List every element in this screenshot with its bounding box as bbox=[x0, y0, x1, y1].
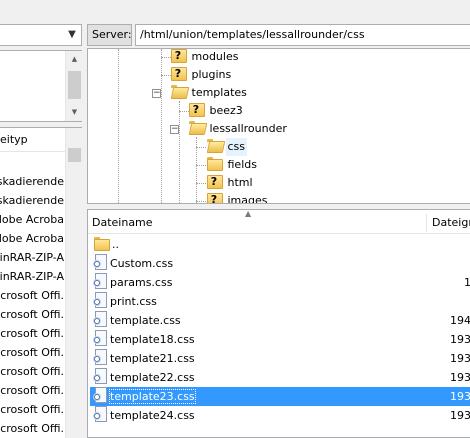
local-file-type[interactable]: WinRAR-ZIP-A bbox=[0, 267, 65, 286]
remote-pane: Server: /html/union/templates/lessallrou… bbox=[87, 0, 470, 438]
local-file-type[interactable]: Erweiterung für Kaskadierende bbox=[0, 191, 65, 210]
css-file-icon bbox=[93, 273, 107, 289]
local-file-type[interactable]: Adobe Acroba bbox=[0, 210, 65, 229]
file-row[interactable]: params.css 1 bbox=[90, 273, 470, 292]
tree-item-beez3[interactable]: ? beez3 bbox=[188, 102, 245, 120]
local-file-type[interactable]: Microsoft Offi. bbox=[0, 381, 65, 400]
local-file-type[interactable]: Microsoft Offi. bbox=[0, 305, 65, 324]
local-file-type[interactable]: Microsoft Offi. bbox=[0, 343, 65, 362]
unknown-folder-icon: ? bbox=[170, 49, 187, 63]
file-list-header: Dateiname Dateigr bbox=[88, 212, 470, 234]
tree-item-images[interactable]: ? images bbox=[206, 192, 270, 203]
tree-item-templates[interactable]: templates bbox=[170, 84, 249, 102]
tree-item-css[interactable]: css bbox=[206, 138, 248, 156]
file-row[interactable]: template22.css 193 bbox=[90, 368, 470, 387]
remote-directory-tree[interactable]: − − ? modules ? plugins templates ? beez… bbox=[87, 48, 470, 204]
collapse-icon[interactable]: − bbox=[152, 89, 161, 98]
local-path-field[interactable]: ▼ bbox=[0, 24, 82, 46]
local-file-type[interactable]: Erweiterung für Kaskadierende bbox=[0, 172, 65, 191]
local-tree-scrollbar[interactable]: ▲ ▼ bbox=[65, 51, 82, 121]
open-folder-icon bbox=[170, 84, 186, 98]
tree-item-fields[interactable]: fields bbox=[206, 156, 259, 174]
local-file-type[interactable]: WinRAR-ZIP-A bbox=[0, 248, 65, 267]
chevron-down-icon[interactable]: ▼ bbox=[65, 27, 79, 43]
css-file-icon bbox=[93, 406, 107, 422]
css-file-icon bbox=[93, 368, 107, 384]
open-folder-icon bbox=[188, 120, 204, 134]
unknown-folder-icon: ? bbox=[188, 102, 205, 117]
unknown-folder-icon: ? bbox=[206, 174, 223, 189]
file-row[interactable]: Custom.css bbox=[90, 254, 470, 273]
local-file-type[interactable]: Microsoft Offi. bbox=[0, 286, 65, 305]
local-pane: ▼ ▲ ▼ eityp Erweiterung für Kaskadierend… bbox=[0, 0, 82, 438]
tree-item-html[interactable]: ? html bbox=[206, 174, 255, 192]
local-file-type[interactable]: Adobe Acroba bbox=[0, 229, 65, 248]
scroll-thumb[interactable] bbox=[68, 71, 81, 99]
file-row[interactable]: print.css bbox=[90, 292, 470, 311]
css-file-icon bbox=[93, 254, 107, 270]
file-row[interactable]: template21.css 193 bbox=[90, 349, 470, 368]
css-file-icon bbox=[93, 311, 107, 327]
tree-item-lessallrounder[interactable]: lessallrounder bbox=[188, 120, 289, 138]
folder-icon bbox=[93, 236, 110, 251]
remote-path-bar: Server: /html/union/templates/lessallrou… bbox=[87, 24, 470, 46]
local-file-type[interactable]: Microsoft Offi. bbox=[0, 324, 65, 343]
file-row[interactable]: .. bbox=[90, 235, 470, 254]
tree-item-plugins[interactable]: ? plugins bbox=[170, 66, 233, 84]
local-file-type[interactable]: Microsoft Offi. bbox=[0, 419, 65, 438]
css-file-icon bbox=[93, 387, 107, 403]
file-row[interactable]: template24.css 193 bbox=[90, 406, 470, 425]
local-file-list[interactable]: eityp Erweiterung für Kaskadierende Erwe… bbox=[0, 127, 82, 438]
file-row[interactable]: template18.css 193 bbox=[90, 330, 470, 349]
open-folder-icon bbox=[206, 138, 222, 152]
css-file-icon bbox=[93, 349, 107, 365]
remote-path-input[interactable]: /html/union/templates/lessallrounder/css bbox=[135, 24, 470, 46]
scroll-thumb[interactable] bbox=[68, 148, 81, 162]
column-header-filesize[interactable]: Dateigr bbox=[432, 212, 470, 234]
local-list-scrollbar[interactable] bbox=[65, 128, 82, 438]
local-file-type[interactable]: Microsoft Offi. bbox=[0, 400, 65, 419]
local-file-type[interactable]: Microsoft Offi. bbox=[0, 362, 65, 381]
remote-file-list[interactable]: ▲ Dateiname Dateigr .. Custom.css params… bbox=[87, 209, 470, 438]
scroll-down-icon[interactable]: ▼ bbox=[66, 104, 83, 121]
column-divider[interactable] bbox=[426, 214, 427, 232]
css-file-icon bbox=[93, 292, 107, 308]
folder-icon bbox=[206, 156, 223, 171]
scroll-up-icon[interactable]: ▲ bbox=[66, 51, 83, 68]
local-column-header-type[interactable]: eityp bbox=[0, 128, 65, 152]
tree-item-modules[interactable]: ? modules bbox=[170, 49, 240, 66]
column-header-filename[interactable]: Dateiname bbox=[92, 212, 153, 234]
local-directory-tree[interactable]: ▲ ▼ bbox=[0, 50, 82, 122]
collapse-icon[interactable]: − bbox=[170, 125, 179, 134]
server-label: Server: bbox=[87, 24, 132, 46]
css-file-icon bbox=[93, 330, 107, 346]
file-row[interactable]: template.css 194 bbox=[90, 311, 470, 330]
unknown-folder-icon: ? bbox=[206, 192, 223, 203]
file-row-selected[interactable]: template23.css 193 bbox=[90, 387, 470, 406]
unknown-folder-icon: ? bbox=[170, 66, 187, 81]
